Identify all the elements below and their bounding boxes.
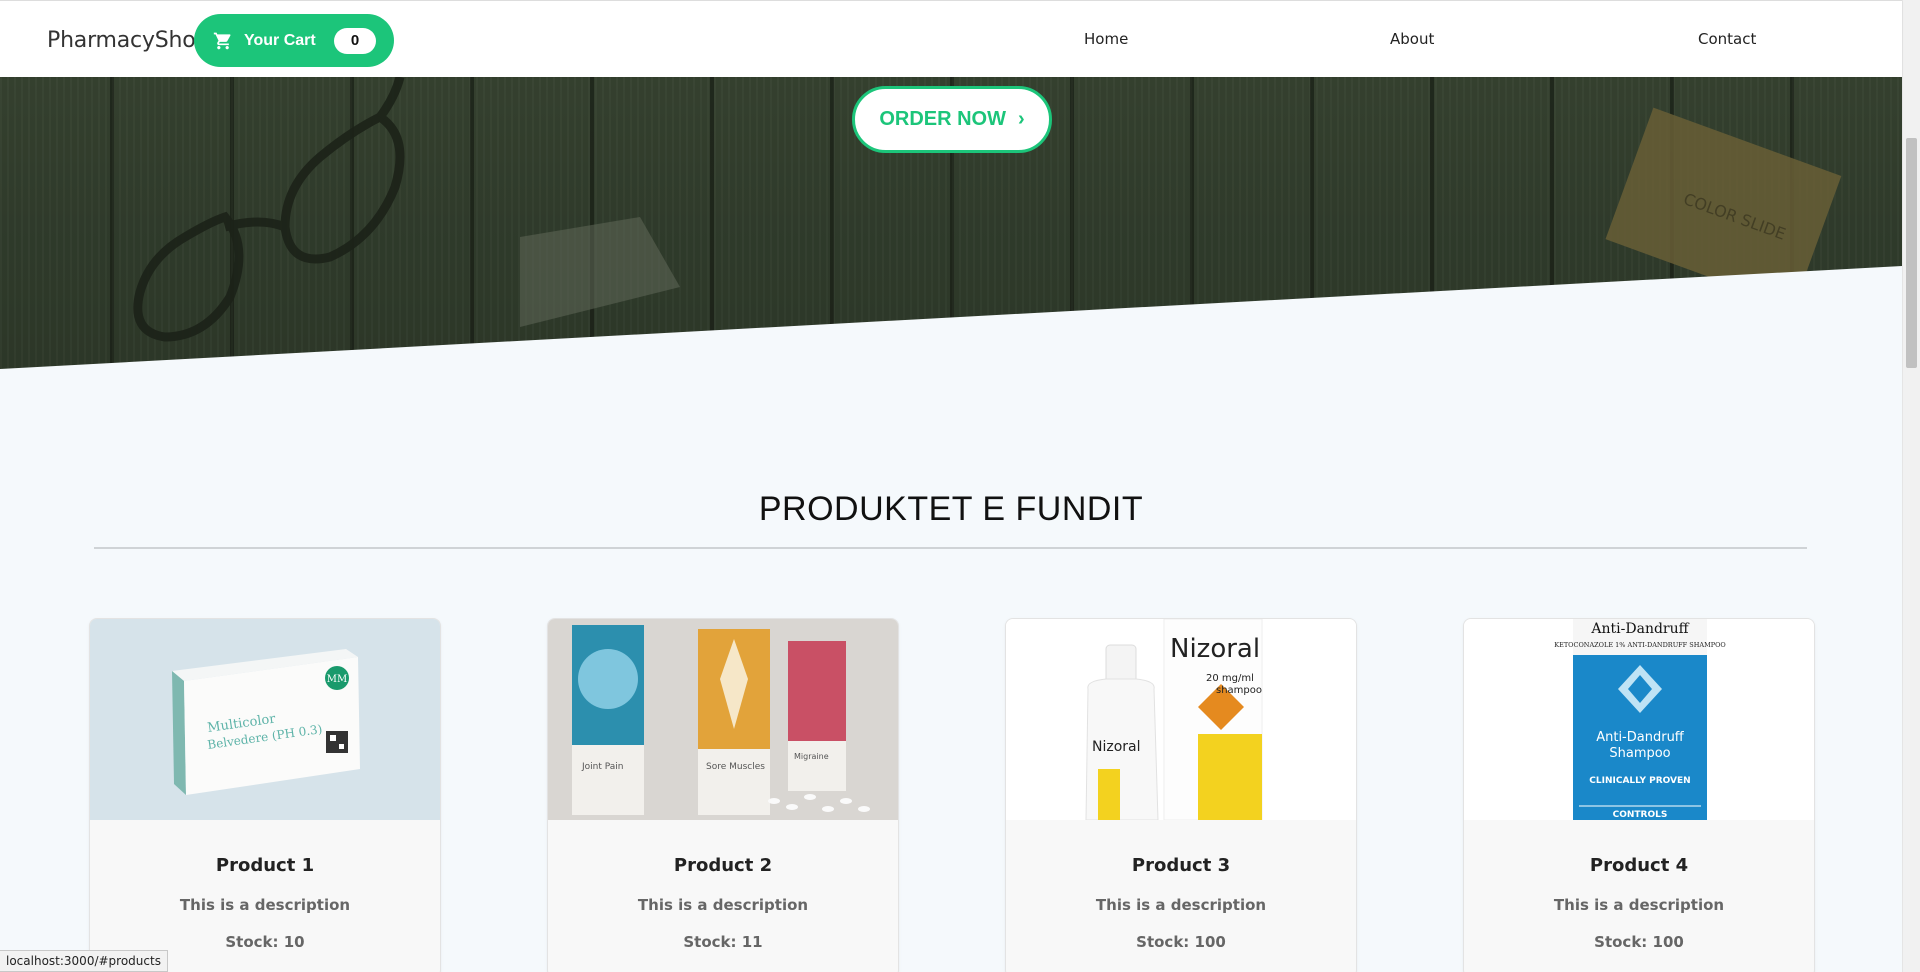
svg-text:Migraine: Migraine: [794, 752, 829, 761]
svg-text:Shampoo: Shampoo: [1609, 746, 1670, 761]
product-description: This is a description: [1553, 896, 1725, 914]
order-now-label: ORDER NOW: [879, 108, 1006, 130]
svg-text:KETOCONAZOLE 1% ANTI-DANDRUFF: KETOCONAZOLE 1% ANTI-DANDRUFF SHAMPOO: [1554, 641, 1726, 649]
svg-text:20 mg/ml: 20 mg/ml: [1206, 673, 1254, 684]
cart-label: Your Cart: [244, 31, 316, 49]
product-description: This is a description: [637, 896, 809, 914]
svg-text:Anti-Dandruff: Anti-Dandruff: [1596, 730, 1685, 745]
product-image: Joint Pain Sore Muscles Migraine: [548, 619, 898, 820]
product-image: MM Multicolor Belvedere (PH 0.3): [90, 619, 440, 820]
svg-text:MM: MM: [327, 674, 347, 685]
product-stock: Stock: 10: [225, 933, 305, 951]
brand-logo[interactable]: PharmacyShop: [47, 28, 210, 53]
product-stock: Stock: 100: [1594, 933, 1684, 951]
svg-text:CONTROLS: CONTROLS: [1613, 810, 1668, 820]
product-card[interactable]: Nizoral 20 mg/ml shampoo Nizoral Product…: [1005, 618, 1357, 972]
product-description: This is a description: [1095, 896, 1267, 914]
svg-text:Joint Pain: Joint Pain: [581, 762, 624, 772]
section-divider: [94, 547, 1807, 549]
product-stock: Stock: 11: [683, 933, 763, 951]
link-status-bar: localhost:3000/#products: [0, 950, 168, 972]
product-card[interactable]: MM Multicolor Belvedere (PH 0.3) Product…: [89, 618, 441, 972]
svg-text:Nizoral: Nizoral: [1170, 634, 1260, 664]
product-description: This is a description: [179, 896, 351, 914]
product-stock: Stock: 100: [1136, 933, 1226, 951]
svg-text:CLINICALLY PROVEN: CLINICALLY PROVEN: [1589, 776, 1690, 786]
nav-link-home[interactable]: Home: [1084, 30, 1128, 48]
product-image: Anti-Dandruff KETOCONAZOLE 1% ANTI-DANDR…: [1464, 619, 1814, 820]
cart-count-badge: 0: [334, 28, 376, 54]
order-now-button[interactable]: ORDER NOW ›: [852, 86, 1052, 153]
product-title: Product 2: [673, 855, 773, 876]
nav-link-about[interactable]: About: [1390, 30, 1434, 48]
product-title: Product 1: [215, 855, 315, 876]
nav-link-contact[interactable]: Contact: [1698, 30, 1756, 48]
product-card[interactable]: Joint Pain Sore Muscles Migraine Product…: [547, 618, 899, 972]
navbar: PharmacyShop Your Cart 0 Home About Cont…: [0, 0, 1902, 77]
vertical-scrollbar[interactable]: [1902, 0, 1920, 972]
cart-button[interactable]: Your Cart 0: [194, 14, 394, 67]
product-title: Product 4: [1589, 855, 1689, 876]
svg-text:Nizoral: Nizoral: [1092, 739, 1141, 755]
shopping-cart-icon: [213, 32, 231, 49]
svg-text:Sore Muscles: Sore Muscles: [706, 762, 765, 772]
section-title: PRODUKTET E FUNDIT: [758, 490, 1144, 528]
svg-text:Anti-Dandruff: Anti-Dandruff: [1590, 621, 1689, 637]
product-title: Product 3: [1131, 855, 1231, 876]
chevron-right-icon: ›: [1018, 108, 1025, 130]
product-card[interactable]: Anti-Dandruff KETOCONAZOLE 1% ANTI-DANDR…: [1463, 618, 1815, 972]
hero-banner: COLOR SLIDE ORDER NOW ›: [0, 77, 1902, 369]
product-image: Nizoral 20 mg/ml shampoo Nizoral: [1006, 619, 1356, 820]
svg-text:shampoo: shampoo: [1216, 685, 1262, 696]
scrollbar-thumb[interactable]: [1906, 138, 1917, 368]
